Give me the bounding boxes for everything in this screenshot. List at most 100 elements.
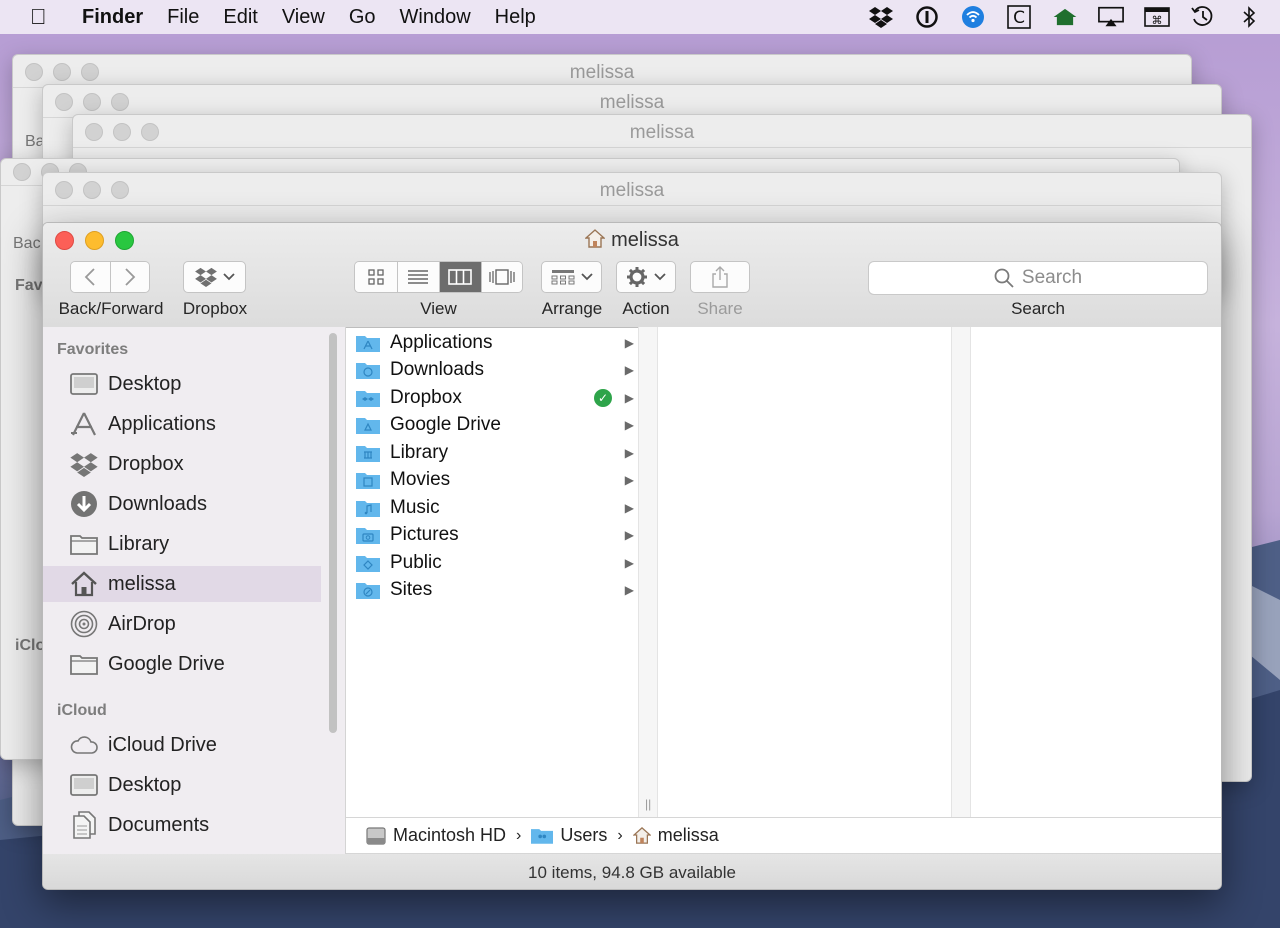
list-item-movies[interactable]: Movies ▶ — [346, 467, 638, 494]
sidebar-heading-icloud: iCloud — [57, 702, 107, 719]
sidebar-heading-favorites: Favorites — [57, 341, 129, 358]
item-label: Public — [390, 551, 442, 573]
disclosure-arrow-icon: ▶ — [624, 335, 634, 350]
toolbar: melissa Back/Forward Dropbox View Arrang… — [43, 223, 1221, 328]
disclosure-arrow-icon: ▶ — [624, 500, 634, 515]
chevron-down-icon — [222, 273, 235, 281]
menu-bar:  Finder File Edit View Go Window Help C… — [0, 0, 1280, 34]
search-label: Search — [1011, 299, 1065, 318]
arrange-button[interactable] — [541, 261, 602, 293]
list-view-button[interactable] — [398, 262, 440, 292]
sidebar-item-dropbox[interactable]: Dropbox — [43, 446, 321, 482]
house-icon[interactable] — [1052, 6, 1078, 28]
background-window-title: melissa — [599, 180, 665, 201]
path-segment-macintosh-hd[interactable]: Macintosh HD — [366, 825, 506, 846]
status-menu-area: C ⌘ — [868, 0, 1262, 34]
list-item-pictures[interactable]: Pictures ▶ — [346, 522, 638, 549]
home-icon — [69, 571, 99, 597]
menu-app-finder[interactable]: Finder — [82, 6, 143, 29]
time-machine-icon[interactable] — [1190, 6, 1216, 28]
chevron-down-icon — [580, 273, 593, 281]
sidebar-item-label: Desktop — [108, 773, 182, 796]
view-control — [354, 261, 523, 293]
airdrop-icon — [69, 610, 99, 638]
menu-help[interactable]: Help — [495, 6, 536, 29]
dropbox-icon[interactable] — [868, 6, 894, 28]
folder-icon — [69, 533, 99, 555]
list-item-applications[interactable]: Applications ▶ — [346, 329, 638, 356]
wifi-icon[interactable] — [960, 6, 986, 28]
back-forward-label: Back/Forward — [58, 299, 164, 318]
list-item-public[interactable]: Public ▶ — [346, 549, 638, 576]
menu-file[interactable]: File — [167, 6, 199, 29]
list-item-google-drive[interactable]: Google Drive ▶ — [346, 412, 638, 439]
disclosure-arrow-icon: ▶ — [624, 473, 634, 487]
path-separator-icon: › — [617, 826, 623, 844]
folder-icon — [69, 653, 99, 675]
folder-google-drive-icon — [356, 418, 380, 434]
search-field[interactable]: Search — [868, 261, 1208, 295]
cover-flow-button[interactable] — [481, 262, 522, 292]
sidebar-item-applications[interactable]: Applications — [43, 406, 321, 442]
path-separator-icon: › — [516, 826, 522, 844]
sidebar-item-google-drive[interactable]: Google Drive — [43, 646, 321, 682]
sidebar-item-desktop[interactable]: Desktop — [43, 366, 321, 402]
item-label: Downloads — [390, 359, 484, 380]
icon-view-button[interactable] — [355, 262, 399, 292]
column-view-button[interactable] — [439, 262, 482, 292]
back-button[interactable] — [71, 262, 111, 292]
list-item-sites[interactable]: Sites ▶ — [346, 577, 638, 604]
action-button[interactable] — [616, 261, 676, 293]
sidebar-item-library[interactable]: Library — [43, 526, 321, 562]
home-icon — [584, 229, 606, 254]
sidebar-item-airdrop[interactable]: AirDrop — [43, 606, 321, 642]
disclosure-arrow-icon: ▶ — [624, 418, 634, 432]
list-item-downloads[interactable]: Downloads ▶ — [346, 357, 638, 384]
bluetooth-icon[interactable] — [1236, 6, 1262, 28]
search-icon — [994, 268, 1014, 288]
apple-menu-icon[interactable]:  — [30, 4, 60, 30]
airplay-icon[interactable] — [1098, 6, 1124, 28]
applications-icon — [69, 411, 99, 437]
menu-edit[interactable]: Edit — [223, 6, 257, 29]
menu-window[interactable]: Window — [400, 6, 471, 29]
documents-icon — [69, 811, 99, 839]
sync-complete-icon: ✓ — [594, 388, 612, 407]
disclosure-arrow-icon: ▶ — [624, 555, 634, 570]
c-icon[interactable]: C — [1006, 5, 1032, 29]
menu-go[interactable]: Go — [349, 6, 376, 29]
list-item-library[interactable]: Library ▶ — [346, 439, 638, 466]
back-forward-control — [70, 261, 150, 293]
sidebar-item-icloud-drive[interactable]: iCloud Drive — [43, 727, 321, 763]
1password-icon[interactable] — [914, 6, 940, 28]
share-button[interactable] — [690, 261, 750, 293]
list-item-music[interactable]: Music ▶ — [346, 494, 638, 521]
sidebar-item-documents[interactable]: Documents — [43, 807, 321, 843]
sidebar-scrollbar[interactable] — [329, 333, 337, 733]
search-placeholder: Search — [1021, 267, 1083, 288]
list-item-dropbox[interactable]: Dropbox ✓ ▶ — [346, 384, 638, 411]
dropbox-toolbar-button[interactable] — [183, 261, 246, 293]
disclosure-arrow-icon: ▶ — [624, 445, 634, 460]
finder-window[interactable]: melissa Back/Forward Dropbox View Arrang… — [42, 222, 1222, 890]
path-segment-melissa[interactable]: melissa — [632, 825, 719, 846]
sidebar-item-melissa[interactable]: melissa — [43, 566, 321, 602]
path-segment-users[interactable]: Users — [531, 825, 607, 846]
keyboard-icon[interactable]: ⌘ — [1144, 6, 1170, 28]
menu-view[interactable]: View — [282, 6, 325, 29]
item-label: Pictures — [390, 524, 459, 545]
folder-music-icon — [356, 500, 380, 517]
column-resize-handle[interactable]: || — [638, 327, 658, 817]
sidebar-item-icloud-desktop[interactable]: Desktop — [43, 767, 321, 803]
item-label: Movies — [390, 469, 451, 490]
hard-drive-icon — [366, 826, 386, 845]
folder-sites-icon — [356, 583, 380, 599]
folder-dropbox-icon — [356, 390, 380, 407]
column-resize-handle[interactable] — [951, 327, 971, 817]
item-label: Applications — [390, 331, 493, 353]
status-text: 10 items, 94.8 GB available — [528, 862, 736, 882]
sidebar-item-downloads[interactable]: Downloads — [43, 486, 321, 522]
forward-button[interactable] — [110, 262, 149, 292]
background-window-label: Bac — [13, 235, 41, 252]
sidebar-item-label: Library — [108, 532, 170, 555]
